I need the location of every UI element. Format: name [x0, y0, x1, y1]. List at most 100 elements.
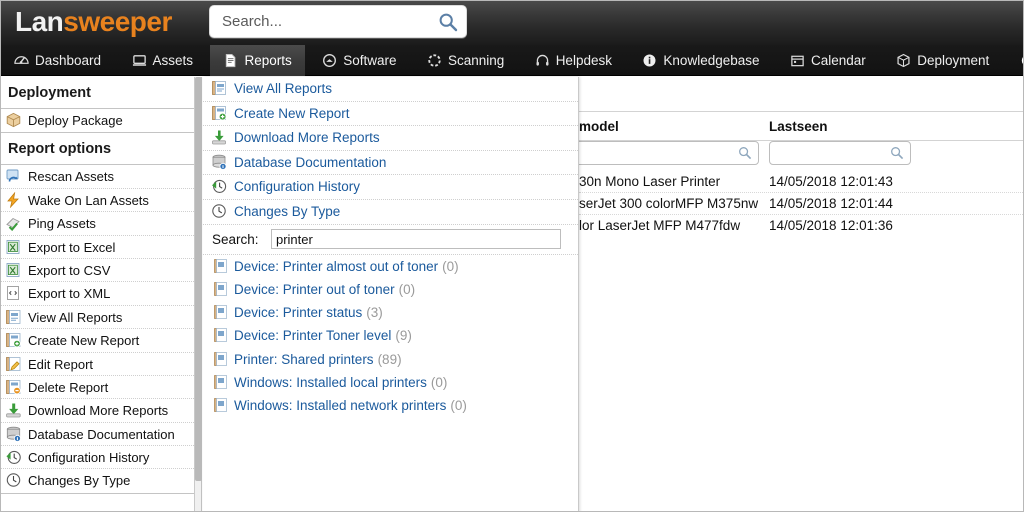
- report-delete-icon: [5, 379, 22, 395]
- sidebar-item-label: Download More Reports: [28, 403, 168, 418]
- list-item[interactable]: Windows: Installed network printers(0): [203, 394, 578, 417]
- sidebar-item-edit-report[interactable]: Edit Report: [1, 353, 194, 376]
- sidebar-item-export-to-excel[interactable]: Export to Excel: [1, 236, 194, 259]
- dropdown-item-download-more-reports[interactable]: Download More Reports: [203, 126, 578, 151]
- nav-tab-dashboard[interactable]: Dashboard: [1, 45, 114, 76]
- report-icon: [214, 305, 227, 319]
- sidebar-item-download-more-reports[interactable]: Download More Reports: [1, 399, 194, 422]
- sidebar-item-label: Export to Excel: [28, 240, 115, 255]
- nav-tab-assets[interactable]: Assets: [119, 45, 207, 76]
- dropdown-item-view-all-reports[interactable]: View All Reports: [203, 77, 578, 102]
- sidebar-item-create-new-report[interactable]: Create New Report: [1, 329, 194, 352]
- grid-column-header-lastseen[interactable]: Lastseen: [769, 112, 828, 142]
- nav-tab-reports[interactable]: Reports: [210, 45, 304, 76]
- logo-text-sweeper: sweeper: [63, 6, 172, 37]
- nav-tab-software[interactable]: Software: [309, 45, 409, 76]
- list-item[interactable]: Device: Printer out of toner(0): [203, 278, 578, 301]
- list-item[interactable]: Device: Printer almost out of toner(0): [203, 255, 578, 278]
- list-item-count: (0): [442, 259, 459, 274]
- dropdown-search-row: Search:: [203, 225, 578, 255]
- dropdown-item-label: View All Reports: [234, 81, 332, 96]
- cell-model: 30n Mono Laser Printer: [579, 171, 720, 193]
- cell-lastseen: 14/05/2018 12:01:43: [769, 171, 893, 193]
- dropdown-item-label: Changes By Type: [234, 204, 340, 219]
- nav-tab-label: Helpdesk: [556, 53, 612, 68]
- sidebar-item-changes-by-type[interactable]: Changes By Type: [1, 469, 194, 492]
- sidebar-item-database-documentation[interactable]: Database Documentation: [1, 423, 194, 446]
- dropdown-item-label: Database Documentation: [234, 155, 386, 170]
- sidebar-item-delete-report[interactable]: Delete Report: [1, 376, 194, 399]
- table-row[interactable]: 30n Mono Laser Printer 14/05/2018 12:01:…: [579, 171, 1023, 193]
- sidebar-item-view-all-reports[interactable]: View All Reports: [1, 306, 194, 329]
- box-icon: [322, 53, 337, 68]
- sidebar-item-configuration-history[interactable]: Configuration History: [1, 446, 194, 469]
- grid-column-header-model[interactable]: model: [579, 112, 619, 142]
- download-icon: [5, 402, 22, 418]
- dropdown-item-database-documentation[interactable]: Database Documentation: [203, 151, 578, 176]
- search-input[interactable]: [220, 6, 430, 37]
- list-item[interactable]: Device: Printer status(3): [203, 301, 578, 324]
- monitor-icon: [132, 53, 147, 68]
- sidebar-item-label: Create New Report: [28, 333, 139, 348]
- sidebar-group-deployment: Deploy Package: [1, 109, 194, 133]
- dropdown-item-changes-by-type[interactable]: Changes By Type: [203, 200, 578, 225]
- sidebar-scrollbar[interactable]: [195, 77, 202, 512]
- nav-tab-deployment[interactable]: Deployment: [883, 45, 1002, 76]
- search-icon[interactable]: [438, 12, 458, 32]
- dropdown-item-label: Create New Report: [234, 106, 350, 121]
- nav-tab-label: Dashboard: [35, 53, 101, 68]
- nav-tab-label: Calendar: [811, 53, 866, 68]
- cell-model: lor LaserJet MFP M477fdw: [579, 215, 740, 237]
- grid-header-row: model Lastseen: [579, 111, 1023, 141]
- sidebar-item-export-to-xml[interactable]: Export to XML: [1, 282, 194, 305]
- nav-tab-label: Scanning: [448, 53, 504, 68]
- package-icon: [896, 53, 911, 68]
- table-row[interactable]: lor LaserJet MFP M477fdw 14/05/2018 12:0…: [579, 215, 1023, 237]
- sidebar-item-label: Wake On Lan Assets: [28, 193, 149, 208]
- list-item-count: (9): [395, 328, 412, 343]
- nav-tab-helpdesk[interactable]: Helpdesk: [522, 45, 625, 76]
- sidebar-item-label: Export to XML: [28, 286, 110, 301]
- history-back-icon: [5, 449, 22, 465]
- history-back-icon: [211, 178, 227, 194]
- list-item[interactable]: Printer: Shared printers(89): [203, 348, 578, 371]
- nav-tab-configuration[interactable]: Configu: [1007, 45, 1024, 76]
- headset-icon: [535, 53, 550, 68]
- global-search-box[interactable]: [209, 5, 467, 38]
- dropdown-item-configuration-history[interactable]: Configuration History: [203, 175, 578, 200]
- dropdown-search-input[interactable]: [271, 229, 561, 249]
- nav-tab-scanning[interactable]: Scanning: [414, 45, 517, 76]
- sidebar-item-deploy-package[interactable]: Deploy Package: [1, 109, 194, 132]
- report-icon: [214, 375, 227, 389]
- nav-tab-label: Deployment: [917, 53, 989, 68]
- excel-icon: [5, 239, 22, 255]
- sidebar-scrollbar-thumb[interactable]: [195, 77, 202, 481]
- list-item[interactable]: Device: Printer Toner level(9): [203, 324, 578, 347]
- dropdown-item-label: Configuration History: [234, 179, 360, 194]
- cell-lastseen: 14/05/2018 12:01:44: [769, 193, 893, 215]
- lansweeper-logo[interactable]: Lansweeper: [15, 4, 172, 40]
- list-item-count: (89): [378, 352, 402, 367]
- list-item-count: (0): [399, 282, 416, 297]
- list-item-label: Windows: Installed network printers: [234, 398, 446, 413]
- package-icon: [5, 112, 22, 128]
- table-row[interactable]: serJet 300 colorMFP M375nw 14/05/2018 12…: [579, 193, 1023, 215]
- sidebar-item-rescan-assets[interactable]: Rescan Assets: [1, 165, 194, 188]
- report-list-icon: [211, 80, 227, 96]
- nav-tab-calendar[interactable]: Calendar: [777, 45, 879, 76]
- calendar-icon: [790, 53, 805, 68]
- nav-tab-knowledgebase[interactable]: Knowledgebase: [629, 45, 772, 76]
- sidebar-item-label: Database Documentation: [28, 427, 175, 442]
- grid-filter-lastseen[interactable]: [769, 141, 911, 165]
- search-icon: [738, 146, 752, 160]
- dropdown-item-create-new-report[interactable]: Create New Report: [203, 102, 578, 127]
- sidebar-item-wake-on-lan-assets[interactable]: Wake On Lan Assets: [1, 189, 194, 212]
- nav-tab-label: Knowledgebase: [663, 53, 759, 68]
- report-results-list: Device: Printer almost out of toner(0) D…: [203, 255, 578, 418]
- list-item-label: Windows: Installed local printers: [234, 375, 427, 390]
- sidebar-item-ping-assets[interactable]: Ping Assets: [1, 212, 194, 235]
- list-item[interactable]: Windows: Installed local printers(0): [203, 371, 578, 394]
- sidebar-item-label: Delete Report: [28, 380, 108, 395]
- sidebar-item-export-to-csv[interactable]: Export to CSV: [1, 259, 194, 282]
- cell-model: serJet 300 colorMFP M375nw: [579, 193, 758, 215]
